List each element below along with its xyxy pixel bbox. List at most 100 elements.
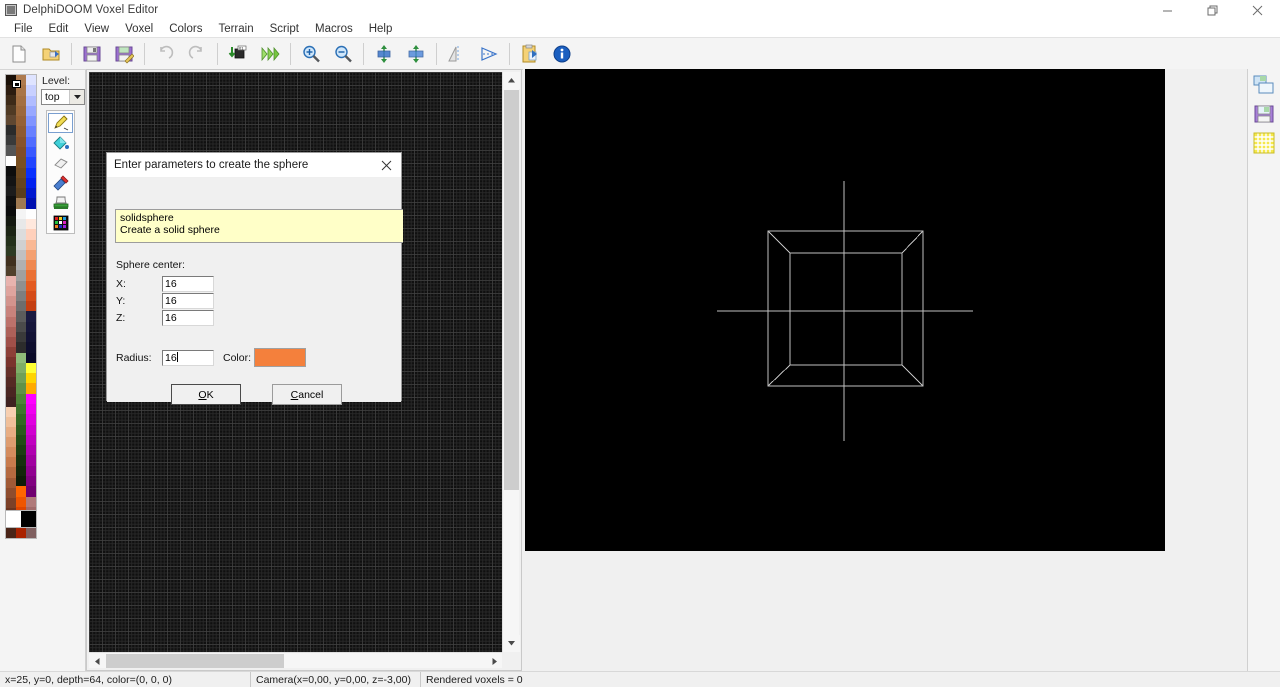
palette-swatch[interactable] bbox=[6, 276, 16, 287]
palette-swatch[interactable] bbox=[25, 105, 36, 117]
palette-swatch[interactable] bbox=[15, 527, 26, 538]
palette-swatch[interactable] bbox=[25, 290, 36, 302]
palette-swatch[interactable] bbox=[6, 376, 16, 387]
pencil-tool-icon[interactable] bbox=[48, 113, 73, 133]
palette-swatch[interactable] bbox=[25, 393, 36, 404]
palette-swatch[interactable] bbox=[25, 362, 36, 374]
save-as-icon[interactable] bbox=[109, 40, 139, 68]
palette-swatch[interactable] bbox=[15, 414, 26, 425]
mirror-vertical-icon[interactable] bbox=[401, 40, 431, 68]
palette-swatch[interactable] bbox=[15, 362, 26, 374]
palette-swatch[interactable] bbox=[6, 467, 16, 478]
palette-swatch[interactable] bbox=[25, 373, 36, 384]
palette-swatch[interactable] bbox=[15, 239, 26, 250]
palette-swatch[interactable] bbox=[6, 457, 16, 468]
palette-swatch[interactable] bbox=[6, 346, 16, 357]
palette-swatch[interactable] bbox=[25, 527, 36, 538]
palette-swatch[interactable] bbox=[15, 260, 26, 271]
palette-swatch[interactable] bbox=[6, 175, 16, 186]
mirror-horizontal-icon[interactable] bbox=[442, 40, 472, 68]
palette-swatch[interactable] bbox=[25, 486, 36, 497]
menu-view[interactable]: View bbox=[76, 20, 117, 38]
palette-swatch[interactable] bbox=[6, 366, 16, 377]
open-folder-icon[interactable] bbox=[36, 40, 66, 68]
palette-swatch[interactable] bbox=[15, 270, 26, 281]
menu-edit[interactable]: Edit bbox=[41, 20, 77, 38]
palette-swatch[interactable] bbox=[25, 239, 36, 250]
paste-icon[interactable] bbox=[515, 40, 545, 68]
palette-swatch[interactable] bbox=[6, 135, 16, 146]
palette-swatch[interactable] bbox=[6, 225, 16, 236]
palette-swatch[interactable] bbox=[6, 185, 16, 196]
palette-swatch[interactable] bbox=[15, 486, 26, 497]
palette-swatch[interactable] bbox=[15, 105, 26, 117]
new-file-icon[interactable] bbox=[4, 40, 34, 68]
palette-swatch[interactable] bbox=[6, 437, 16, 448]
palette-swatch[interactable] bbox=[15, 188, 26, 199]
menu-help[interactable]: Help bbox=[361, 20, 401, 38]
palette-swatch[interactable] bbox=[15, 301, 26, 312]
palette-swatch[interactable] bbox=[15, 383, 26, 394]
menu-colors[interactable]: Colors bbox=[161, 20, 210, 38]
palette-swatch[interactable] bbox=[6, 115, 16, 126]
palette-swatch[interactable] bbox=[6, 266, 16, 277]
palette-swatch[interactable] bbox=[25, 404, 36, 415]
voxel-3d-viewport[interactable] bbox=[525, 69, 1165, 551]
palette-swatch[interactable] bbox=[15, 229, 26, 240]
palette-column-2[interactable] bbox=[15, 75, 26, 538]
current-color-indicator[interactable] bbox=[5, 510, 37, 528]
eraser-tool-icon[interactable] bbox=[48, 153, 73, 173]
palette-swatch[interactable] bbox=[6, 296, 16, 307]
palette-swatch[interactable] bbox=[25, 352, 36, 363]
undo-icon[interactable] bbox=[150, 40, 180, 68]
menu-terrain[interactable]: Terrain bbox=[210, 20, 261, 38]
palette-swatch[interactable] bbox=[25, 167, 36, 178]
texture-grid-icon[interactable] bbox=[1251, 129, 1278, 156]
menu-file[interactable]: File bbox=[6, 20, 41, 38]
palette-swatch[interactable] bbox=[15, 352, 26, 363]
save-icon[interactable] bbox=[77, 40, 107, 68]
color-palette[interactable] bbox=[5, 74, 37, 539]
palette-swatch[interactable] bbox=[15, 146, 26, 158]
palette-swatch[interactable] bbox=[6, 336, 16, 347]
palette-swatch[interactable] bbox=[6, 356, 16, 367]
fill-tool-icon[interactable] bbox=[48, 133, 73, 153]
palette-swatch[interactable] bbox=[25, 177, 36, 189]
palette-swatch[interactable] bbox=[25, 475, 36, 487]
palette-swatch[interactable] bbox=[25, 249, 36, 261]
palette-swatch[interactable] bbox=[15, 475, 26, 487]
palette-swatch[interactable] bbox=[25, 75, 36, 86]
redo-icon[interactable] bbox=[182, 40, 212, 68]
palette-swatch[interactable] bbox=[25, 116, 36, 127]
palette-swatch[interactable] bbox=[6, 497, 16, 508]
palette-swatch[interactable] bbox=[6, 407, 16, 418]
palette-swatch[interactable] bbox=[6, 105, 16, 116]
chevron-down-icon[interactable] bbox=[69, 90, 84, 104]
palette-swatch[interactable] bbox=[25, 424, 36, 435]
palette-swatch[interactable] bbox=[6, 125, 16, 136]
palette-swatch[interactable] bbox=[25, 414, 36, 425]
editor-vertical-scrollbar[interactable] bbox=[502, 72, 520, 652]
palette-swatch[interactable] bbox=[25, 136, 36, 147]
sphere-radius-input[interactable]: 16 bbox=[162, 350, 214, 366]
palette-swatch[interactable] bbox=[25, 270, 36, 281]
palette-swatch[interactable] bbox=[6, 316, 16, 327]
palette-swatch[interactable] bbox=[6, 145, 16, 156]
palette-swatch[interactable] bbox=[15, 332, 26, 343]
minimize-button[interactable] bbox=[1145, 0, 1190, 20]
palette-swatch[interactable] bbox=[25, 218, 36, 230]
palette-swatch[interactable] bbox=[25, 445, 36, 456]
palette-swatch[interactable] bbox=[15, 496, 26, 507]
close-button[interactable] bbox=[1235, 0, 1280, 20]
palette-swatch[interactable] bbox=[25, 157, 36, 168]
palette-swatch[interactable] bbox=[6, 165, 16, 176]
palette-swatch[interactable] bbox=[6, 205, 16, 216]
palette-swatch[interactable] bbox=[25, 146, 36, 158]
copy-window-icon[interactable] bbox=[1251, 71, 1278, 98]
palette-swatch[interactable] bbox=[15, 126, 26, 137]
scroll-right-icon[interactable] bbox=[486, 653, 502, 669]
zoom-in-icon[interactable] bbox=[296, 40, 326, 68]
sphere-center-x-input[interactable]: 16 bbox=[162, 276, 214, 292]
palette-swatch[interactable] bbox=[15, 218, 26, 230]
palette-swatch[interactable] bbox=[25, 208, 36, 219]
